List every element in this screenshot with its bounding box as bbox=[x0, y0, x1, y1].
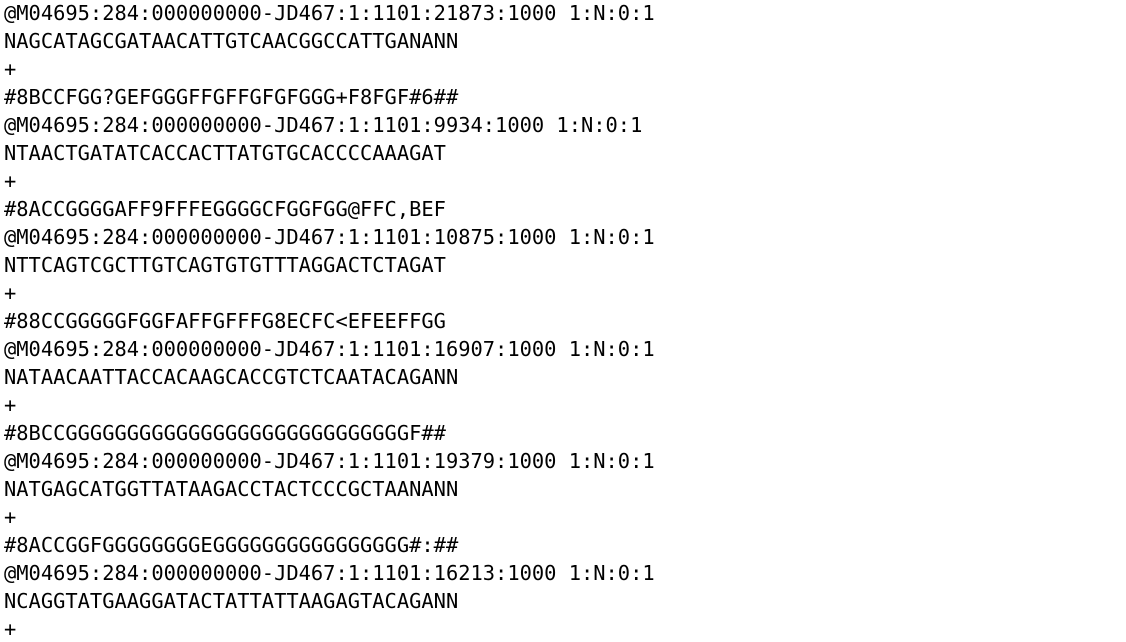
read-header-line: @M04695:284:000000000-JD467:1:1101:21873… bbox=[4, 1, 655, 25]
separator-line: + bbox=[4, 57, 17, 81]
quality-line: #88CCGGGGGFGGFAFFGFFFG8ECFC<EFEEFFGG bbox=[4, 309, 446, 333]
separator-line: + bbox=[4, 169, 17, 193]
separator-line: + bbox=[4, 505, 17, 529]
read-sequence-line: NTAACTGATATCACCACTTATGTGCACCCCAAAGAT bbox=[4, 141, 446, 165]
fastq-text-view: @M04695:284:000000000-JD467:1:1101:21873… bbox=[4, 0, 1122, 642]
read-header-line: @M04695:284:000000000-JD467:1:1101:19379… bbox=[4, 449, 655, 473]
read-sequence-line: NATGAGCATGGTTATAAGACCTACTCCCGCTAANANN bbox=[4, 477, 459, 501]
read-header-line: @M04695:284:000000000-JD467:1:1101:9934:… bbox=[4, 113, 643, 137]
read-sequence-line: NATAACAATTACCACAAGCACCGTCTCAATACAGANN bbox=[4, 365, 459, 389]
quality-line: #8ACCGGGGAFF9FFFEGGGGCFGGFGG@FFC,BEF bbox=[4, 197, 446, 221]
read-header-line: @M04695:284:000000000-JD467:1:1101:16907… bbox=[4, 337, 655, 361]
read-sequence-line: NAGCATAGCGATAACATTGTCAACGGCCATTGANANN bbox=[4, 29, 459, 53]
separator-line: + bbox=[4, 617, 17, 641]
quality-line: #8ACCGGFGGGGGGGGEGGGGGGGGGGGGGGGG#:## bbox=[4, 533, 459, 557]
read-header-line: @M04695:284:000000000-JD467:1:1101:16213… bbox=[4, 561, 655, 585]
quality-line: #8BCCGGGGGGGGGGGGGGGGGGGGGGGGGGGGF## bbox=[4, 421, 446, 445]
separator-line: + bbox=[4, 281, 17, 305]
read-sequence-line: NTTCAGTCGCTTGTCAGTGTGTTTAGGACTCTAGAT bbox=[4, 253, 446, 277]
read-header-line: @M04695:284:000000000-JD467:1:1101:10875… bbox=[4, 225, 655, 249]
quality-line: #8BCCFGG?GEFGGGFFGFFGFGFGGG+F8FGF#6## bbox=[4, 85, 459, 109]
separator-line: + bbox=[4, 393, 17, 417]
read-sequence-line: NCAGGTATGAAGGATACTATTATTAAGAGTACAGANN bbox=[4, 589, 459, 613]
